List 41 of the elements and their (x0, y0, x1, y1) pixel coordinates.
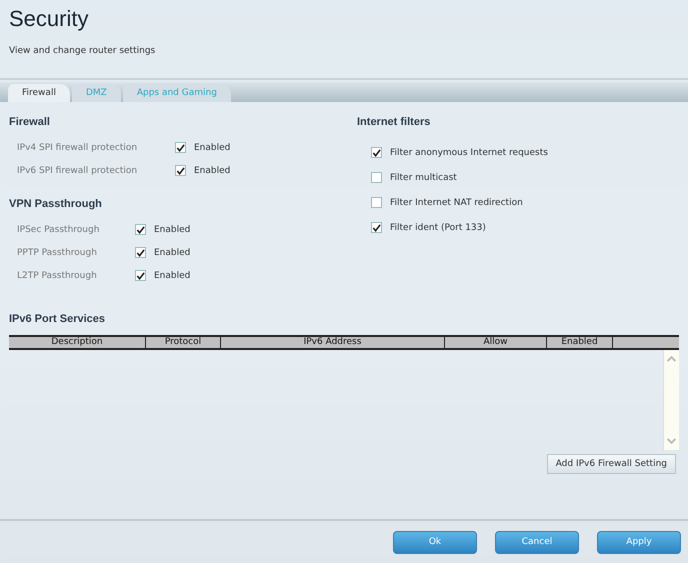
column-header: Protocol (146, 337, 221, 348)
checkbox-label: Enabled (154, 270, 190, 280)
checkbox-label: Enabled (194, 142, 230, 152)
checkbox-label: Filter multicast (390, 172, 457, 182)
column-header: Description (9, 337, 146, 348)
action-button[interactable]: Apply (597, 530, 681, 554)
checkbox[interactable] (175, 165, 186, 176)
checkbox-label: Filter ident (Port 133) (390, 222, 486, 232)
tab[interactable]: DMZ (72, 84, 121, 102)
checkbox-label: Enabled (154, 224, 190, 234)
add-firewall-setting-button[interactable]: Add IPv6 Firewall Setting (546, 454, 676, 474)
checkbox-label: Filter anonymous Internet requests (390, 148, 548, 158)
checkbox-label: Filter Internet NAT redirection (390, 198, 523, 208)
page-title: Security (9, 6, 90, 32)
checkbox-label: Enabled (154, 248, 190, 258)
column-header: Enabled (547, 337, 613, 348)
checkbox[interactable] (371, 197, 382, 208)
setting-label: IPSec Passthrough (17, 224, 100, 234)
column-header: IPv6 Address (221, 337, 445, 348)
tab[interactable]: Apps and Gaming (122, 84, 231, 102)
action-button[interactable]: Ok (393, 530, 477, 554)
checkbox[interactable] (135, 224, 146, 235)
checkbox-label: Enabled (194, 166, 230, 176)
tab[interactable]: Firewall (8, 84, 70, 102)
checkbox[interactable] (135, 270, 146, 281)
section-heading: VPN Passthrough (9, 198, 103, 210)
checkbox[interactable] (175, 142, 186, 153)
setting-label: L2TP Passthrough (17, 270, 98, 280)
checkbox[interactable] (135, 247, 146, 258)
checkbox[interactable] (371, 222, 382, 233)
page-subtitle: View and change router settings (9, 46, 156, 56)
checkbox[interactable] (371, 172, 382, 183)
setting-label: IPv4 SPI firewall protection (17, 142, 138, 152)
checkbox[interactable] (371, 147, 382, 158)
action-button[interactable]: Cancel (495, 530, 579, 554)
section-heading: Internet filters (357, 116, 432, 128)
section-heading: IPv6 Port Services (9, 313, 106, 325)
setting-label: PPTP Passthrough (17, 248, 98, 258)
column-header: Allow (445, 337, 547, 348)
setting-label: IPv6 SPI firewall protection (17, 166, 138, 176)
section-heading: Firewall (9, 116, 51, 128)
